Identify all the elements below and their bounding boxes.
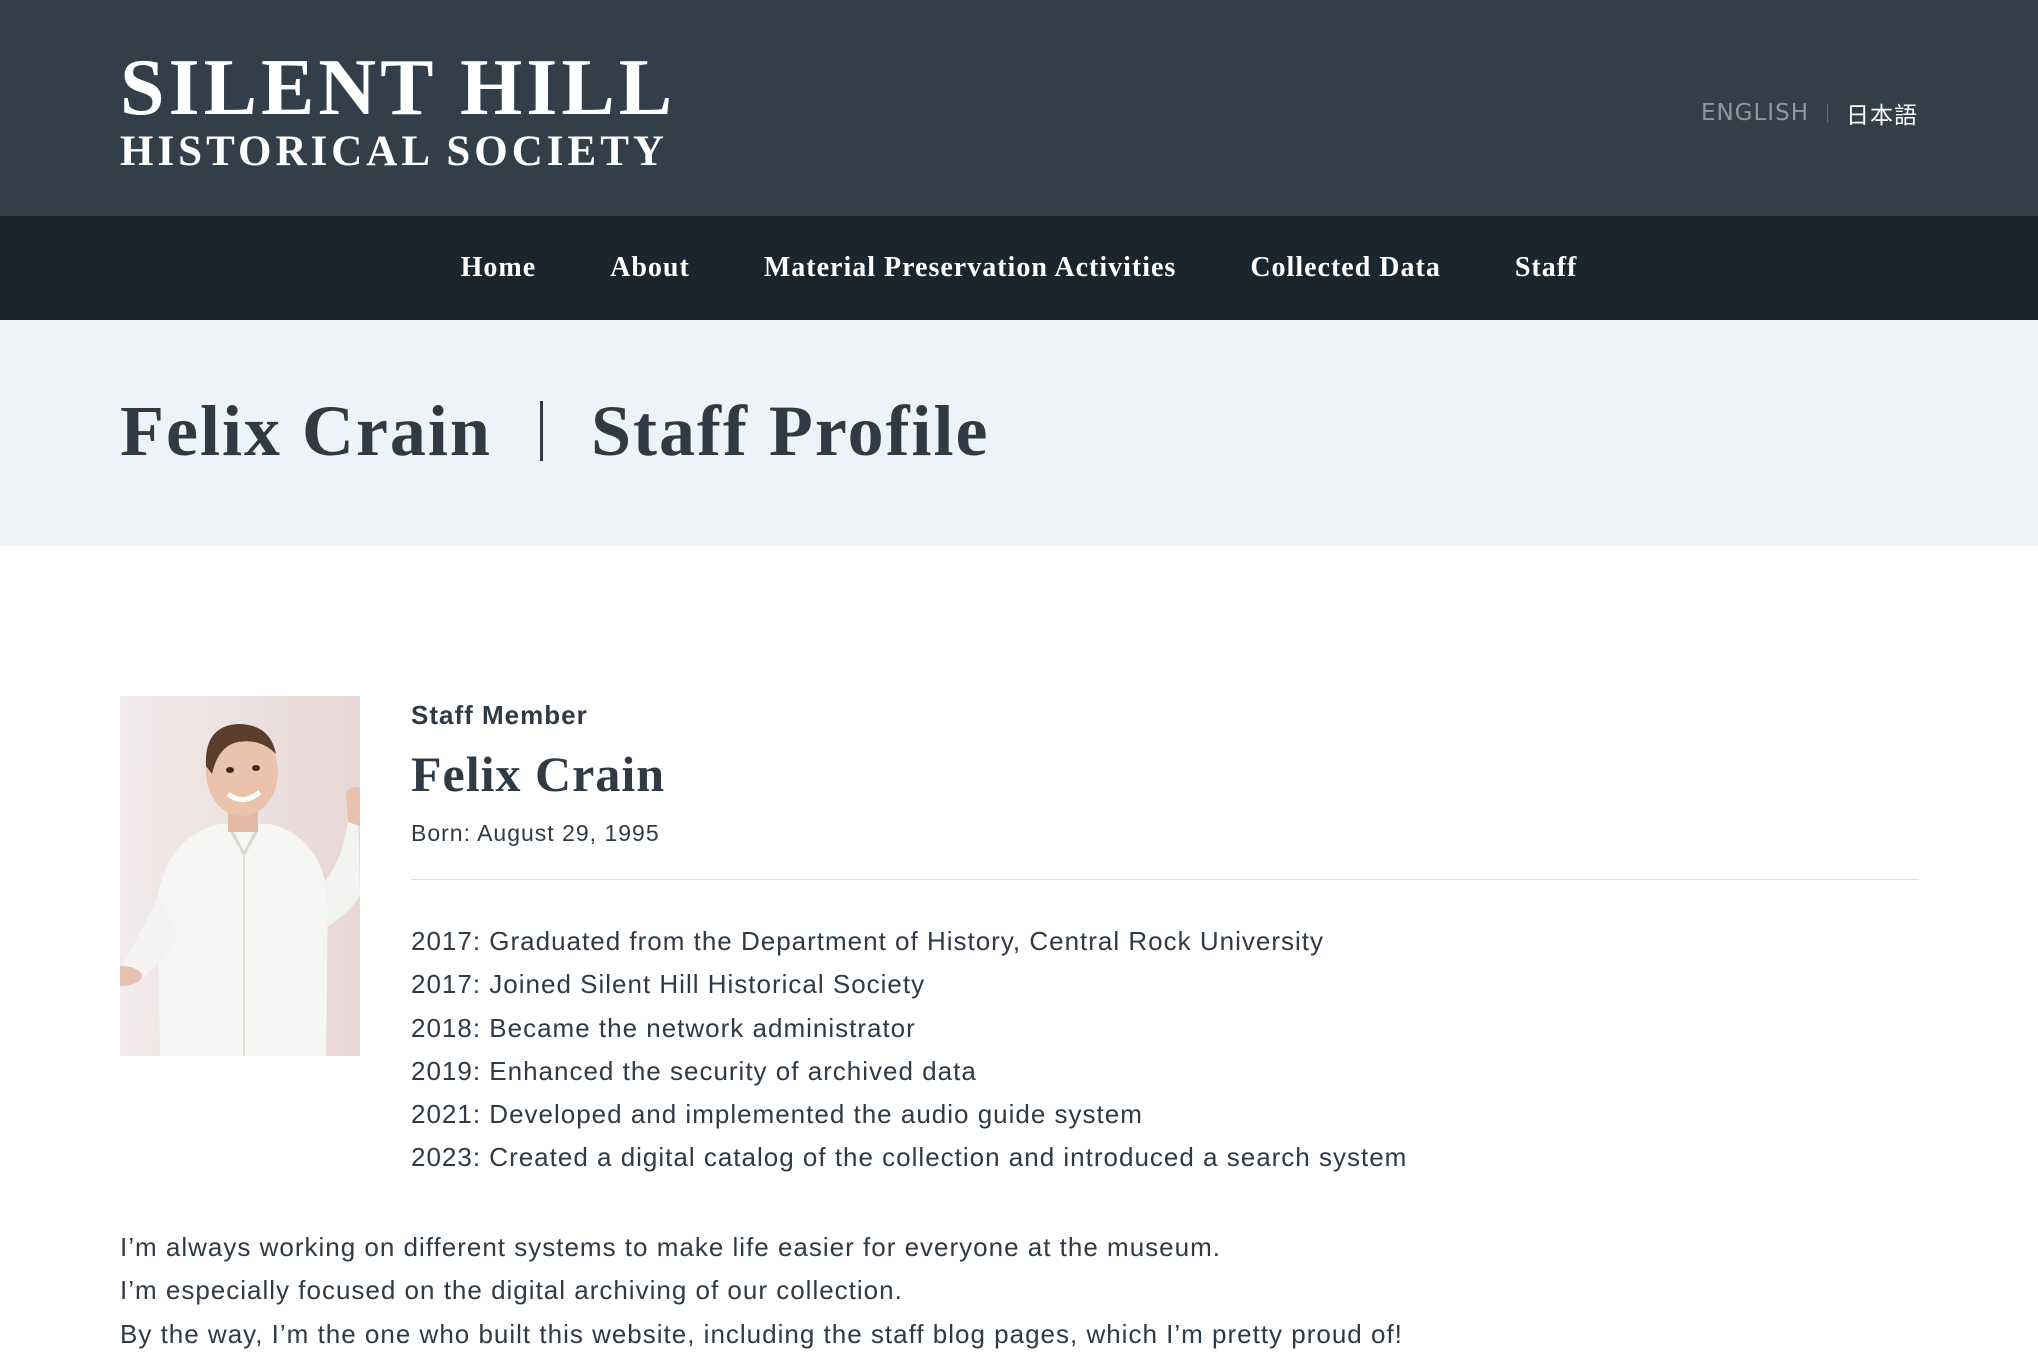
nav-material-preservation[interactable]: Material Preservation Activities	[764, 252, 1176, 284]
career-timeline: 2017: Graduated from the Department of H…	[411, 920, 1919, 1180]
staff-bio: I’m always working on different systems …	[120, 1226, 1920, 1356]
logo-title: SILENT HILL	[120, 44, 677, 132]
profile-divider	[411, 879, 1919, 880]
timeline-item: 2019: Enhanced the security of archived …	[411, 1055, 977, 1086]
nav-collected-data[interactable]: Collected Data	[1250, 252, 1441, 284]
lang-divider	[1827, 104, 1828, 122]
site-logo[interactable]: SILENT HILL HISTORICAL SOCIETY	[120, 48, 676, 173]
profile-details: Staff Member Felix Crain Born: August 29…	[411, 696, 1919, 1180]
nav-home[interactable]: Home	[461, 252, 537, 284]
page-title-name: Felix Crain	[120, 391, 492, 471]
bio-line: I’m always working on different systems …	[120, 1232, 1221, 1262]
lang-english-link[interactable]: ENGLISH	[1701, 100, 1809, 126]
nav-about[interactable]: About	[610, 252, 690, 284]
timeline-item: 2021: Developed and implemented the audi…	[411, 1099, 1143, 1130]
title-divider	[539, 401, 543, 461]
timeline-item: 2017: Graduated from the Department of H…	[411, 926, 1324, 956]
main-nav: Home About Material Preservation Activit…	[0, 216, 2038, 320]
staff-photo	[120, 696, 360, 1056]
staff-name: Felix Crain	[411, 746, 666, 802]
nav-staff[interactable]: Staff	[1515, 252, 1578, 284]
timeline-item: 2017: Joined Silent Hill Historical Soci…	[411, 969, 926, 1000]
lang-japanese-link[interactable]: 日本語	[1846, 96, 1918, 130]
language-switcher: ENGLISH 日本語	[1701, 96, 1918, 130]
site-header: SILENT HILL HISTORICAL SOCIETY ENGLISH 日…	[0, 0, 2038, 216]
page-title: Felix Crain Staff Profile	[120, 395, 990, 467]
timeline-item: 2023: Created a digital catalog of the c…	[411, 1142, 1408, 1173]
timeline-item: 2018: Became the network administrator	[411, 1012, 916, 1043]
staff-birthdate: Born: August 29, 1995	[411, 820, 660, 846]
bio-line: I’m especially focused on the digital ar…	[120, 1275, 903, 1306]
staff-role: Staff Member	[411, 700, 588, 730]
page-title-section: Staff Profile	[590, 391, 990, 471]
logo-subtitle: HISTORICAL SOCIETY	[120, 128, 668, 175]
staff-photo-illustration	[120, 696, 360, 1056]
bio-line: By the way, I’m the one who built this w…	[120, 1318, 1403, 1349]
